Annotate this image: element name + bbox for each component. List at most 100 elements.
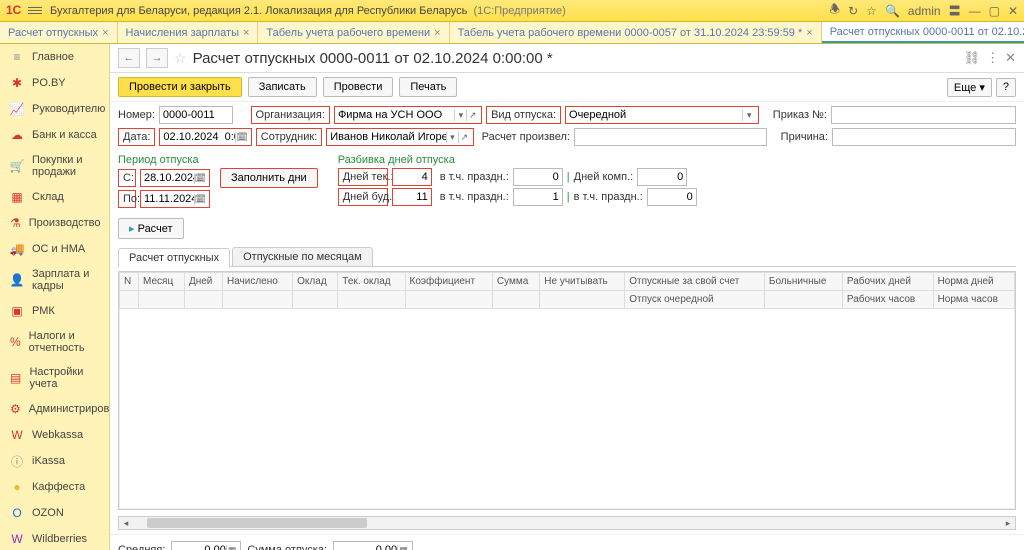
tab-vacation-doc[interactable]: Расчет отпускных 0000-0011 от 02.10.2024…	[822, 22, 1024, 43]
order-no-field[interactable]	[831, 106, 1016, 124]
sidebar-item[interactable]: ✱PO.BY	[0, 70, 109, 96]
column-header[interactable]: Оклад	[293, 273, 338, 291]
sidebar-item[interactable]: ●Каффеста	[0, 474, 109, 500]
favorite-icon[interactable]: ☆	[866, 4, 877, 18]
sidebar-item[interactable]: ▦Склад	[0, 184, 109, 210]
incl-holiday-label: в т.ч. праздн.:	[440, 171, 509, 183]
calc-by-field[interactable]	[574, 128, 767, 146]
column-header[interactable]: Начислено	[222, 273, 292, 291]
column-header[interactable]: Месяц	[139, 273, 185, 291]
post-button[interactable]: Провести	[323, 77, 394, 97]
calendar-icon[interactable]: 🗓	[194, 173, 206, 184]
column-header[interactable]: Не учитывать	[540, 273, 625, 291]
calendar-icon[interactable]: 🗓	[194, 194, 206, 205]
tab-payroll[interactable]: Начисления зарплаты×	[118, 22, 259, 43]
post-and-close-button[interactable]: Провести и закрыть	[118, 77, 242, 97]
sidebar-item[interactable]: 👤Зарплата и кадры	[0, 262, 109, 298]
sidebar-item[interactable]: ▤Настройки учета	[0, 360, 109, 396]
close-icon[interactable]: ×	[806, 27, 812, 39]
tab-calc-vacations[interactable]: Расчет отпускных×	[0, 22, 118, 43]
sidebar-item[interactable]: %Налоги и отчетность	[0, 324, 109, 360]
open-icon[interactable]: ↗	[466, 110, 478, 121]
from-date-field[interactable]: 🗓	[140, 169, 210, 187]
maximize-icon[interactable]: ▢	[989, 4, 1000, 18]
sidebar-item[interactable]: ☁Банк и касса	[0, 122, 109, 148]
dropdown-icon[interactable]: ▾	[742, 110, 755, 121]
days-current-field[interactable]	[392, 168, 432, 186]
calendar-icon[interactable]: 🗓	[235, 132, 247, 143]
close-icon[interactable]: ×	[243, 27, 249, 39]
column-header[interactable]: Дней	[184, 273, 222, 291]
sidebar-item[interactable]: 📈Руководителю	[0, 96, 109, 122]
avg-field[interactable]: ▦	[171, 541, 241, 550]
scroll-right-icon[interactable]: ▸	[1001, 518, 1015, 529]
org-field[interactable]: ▾↗	[334, 106, 482, 124]
scroll-left-icon[interactable]: ◂	[119, 518, 133, 529]
calculate-button[interactable]: ▸ Расчет	[118, 218, 184, 239]
incl-holiday1-field[interactable]	[513, 168, 563, 186]
dropdown-icon[interactable]: ▾	[446, 132, 458, 143]
back-button[interactable]: ←	[118, 48, 140, 68]
incl-holiday2-field[interactable]	[513, 188, 563, 206]
sidebar-item[interactable]: ⚙Администрирование	[0, 396, 109, 422]
doc-settings-icon[interactable]: ⋮	[986, 50, 999, 66]
vac-type-field[interactable]: ▾	[565, 106, 759, 124]
incl-holiday3-field[interactable]	[647, 188, 697, 206]
sidebar-item[interactable]: ≡Главное	[0, 44, 109, 70]
main-menu-icon[interactable]	[28, 4, 42, 18]
minimize-icon[interactable]: —	[969, 4, 981, 18]
sidebar-item[interactable]: ⚗Производство	[0, 210, 109, 236]
column-header[interactable]: Тек. оклад	[338, 273, 405, 291]
column-header[interactable]: Больничные	[764, 273, 842, 291]
reason-field[interactable]	[832, 128, 1016, 146]
sidebar-item[interactable]: OOZON	[0, 500, 109, 526]
sum-field[interactable]: ▦	[333, 541, 413, 550]
column-header[interactable]: Норма дней	[933, 273, 1014, 291]
tab-timesheet-list[interactable]: Табель учета рабочего времени×	[258, 22, 449, 43]
favorite-toggle-icon[interactable]: ☆	[174, 50, 187, 67]
close-icon[interactable]: ×	[434, 27, 440, 39]
sidebar-item[interactable]: 🚚ОС и НМА	[0, 236, 109, 262]
days-comp-field[interactable]	[637, 168, 687, 186]
scroll-thumb[interactable]	[147, 518, 367, 528]
sidebar-item[interactable]: WWebkassa	[0, 422, 109, 448]
doc-close-icon[interactable]: ✕	[1005, 50, 1016, 66]
sidebar-item[interactable]: ▣РМК	[0, 298, 109, 324]
sidebar-item[interactable]: ⓘiKassa	[0, 448, 109, 474]
sidebar-item[interactable]: WWildberries	[0, 526, 109, 550]
forward-button[interactable]: →	[146, 48, 168, 68]
subtab-calc[interactable]: Расчет отпускных	[118, 248, 230, 267]
column-header[interactable]: N	[120, 273, 139, 291]
column-header[interactable]: Коэффициент	[405, 273, 492, 291]
fill-days-button[interactable]: Заполнить дни	[220, 168, 318, 188]
to-date-field[interactable]: 🗓	[140, 190, 210, 208]
calc-icon[interactable]: ▦	[397, 545, 409, 550]
close-icon[interactable]: ✕	[1008, 4, 1018, 18]
horizontal-scrollbar[interactable]: ◂ ▸	[118, 516, 1016, 530]
link-icon[interactable]: ⛓	[964, 50, 981, 66]
document-toolbar: Провести и закрыть Записать Провести Печ…	[110, 73, 1024, 102]
write-button[interactable]: Записать	[248, 77, 317, 97]
search-icon[interactable]: 🔍	[885, 4, 900, 18]
history-icon[interactable]: ↻	[848, 4, 858, 18]
tab-timesheet-doc[interactable]: Табель учета рабочего времени 0000-0057 …	[450, 22, 822, 43]
print-button[interactable]: Печать	[399, 77, 457, 97]
help-icon[interactable]: 〓	[949, 2, 961, 19]
more-button[interactable]: Еще ▾	[947, 78, 992, 97]
date-field[interactable]: 🗓	[159, 128, 251, 146]
subtab-by-month[interactable]: Отпускные по месяцам	[232, 247, 373, 266]
bell-icon[interactable]: 🕭	[829, 0, 840, 21]
close-icon[interactable]: ×	[102, 27, 108, 39]
employee-field[interactable]: ▾↗	[326, 128, 473, 146]
column-header[interactable]: Сумма	[492, 273, 539, 291]
number-field[interactable]	[159, 106, 233, 124]
calc-icon[interactable]: ▦	[226, 545, 238, 550]
days-next-field[interactable]	[392, 188, 432, 206]
calculation-grid[interactable]: NМесяцДнейНачисленоОкладТек. окладКоэффи…	[118, 271, 1016, 510]
dropdown-icon[interactable]: ▾	[454, 110, 466, 121]
sidebar-item[interactable]: 🛒Покупки и продажи	[0, 148, 109, 184]
help-button[interactable]: ?	[996, 78, 1016, 97]
column-header[interactable]: Отпускные за свой счет	[625, 273, 765, 291]
open-icon[interactable]: ↗	[458, 132, 470, 143]
column-header[interactable]: Рабочих дней	[842, 273, 933, 291]
